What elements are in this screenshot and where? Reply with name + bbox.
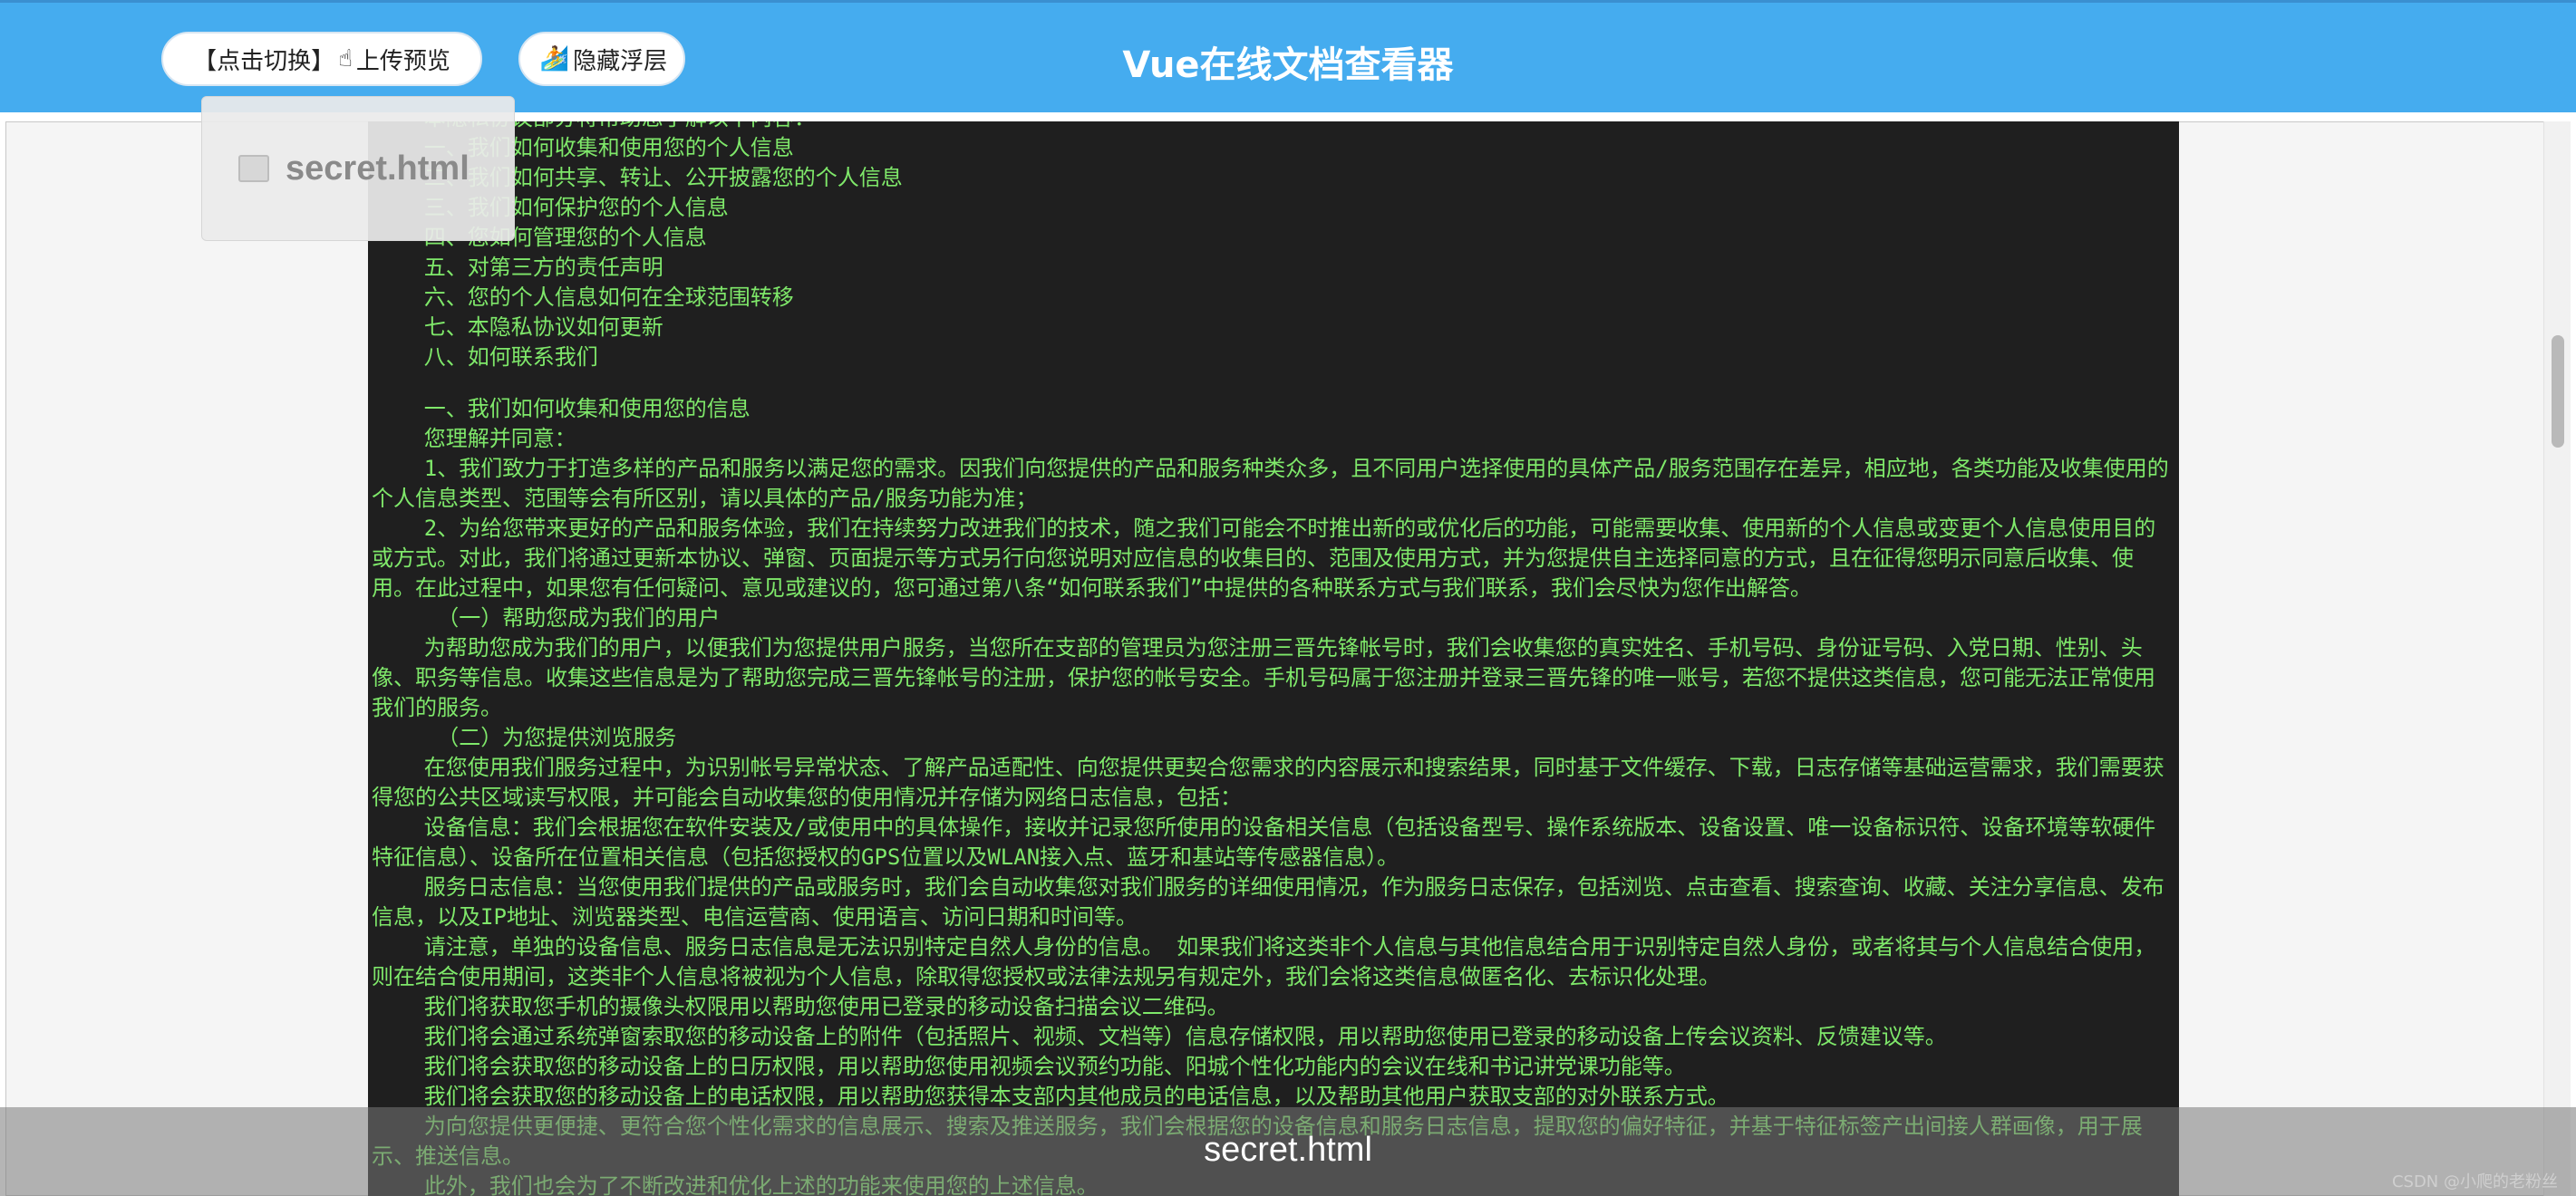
document-paragraphs: 本隐私协议部分将帮助您了解以下内容： 一、我们如何收集和使用您的个人信息 二、我…: [368, 121, 2179, 1196]
document-paragraph: （二）为您提供浏览服务: [372, 725, 677, 750]
watermark: CSDN @小爬的老粉丝: [2391, 1172, 2558, 1191]
document-paragraph: 三、我们如何保护您的个人信息: [423, 195, 729, 220]
document-paragraph: 为帮助您成为我们的用户，以便我们为您提供用户服务，当您所在支部的管理员为您注册三…: [372, 635, 2155, 720]
document-paragraph: [372, 372, 2175, 394]
document-paragraph: 请注意，单独的设备信息、服务日志信息是无法识别特定自然人身份的信息。 如果我们将…: [372, 934, 2156, 989]
document-paragraph: 设备信息：我们会根据您在软件安装及/或使用中的具体操作，接收并记录您所使用的设备…: [372, 815, 2156, 870]
document-paragraph: 我们将获取您手机的摄像头权限用以帮助您使用已登录的移动设备扫描会议二维码。: [372, 994, 1229, 1019]
document-content: 本隐私协议部分将帮助您了解以下内容： 一、我们如何收集和使用您的个人信息 二、我…: [368, 121, 2179, 1196]
document-paragraph: 八、如何联系我们: [372, 344, 598, 370]
document-paragraph: 七、本隐私协议如何更新: [372, 314, 663, 340]
document-paragraph: 六、您的个人信息如何在全球范围转移: [372, 285, 794, 310]
document-paragraph: 我们将会通过系统弹窗索取您的移动设备上的附件（包括照片、视频、文档等）信息存储权…: [372, 1024, 1947, 1049]
bottom-filename: secret.html: [1204, 1131, 1372, 1169]
document-paragraph: 服务日志信息：当您使用我们提供的产品或服务时，我们会自动收集您对我们服务的详细使…: [372, 874, 2164, 930]
document-paragraph: 2、为给您带来更好的产品和服务体验，我们在持续努力改进我们的技术，随之我们可能会…: [372, 516, 2156, 601]
document-paragraph: 五、对第三方的责任声明: [372, 255, 663, 280]
document-paragraph: 在您使用我们服务过程中，为识别帐号异常状态、了解产品适配性、向您提供更契合您需求…: [372, 755, 2164, 810]
scrollbar-thumb[interactable]: [2552, 335, 2564, 448]
document-paragraph: 四、您如何管理您的个人信息: [423, 225, 707, 250]
document-icon: [238, 155, 269, 182]
document-paragraph: 本隐私协议部分将帮助您了解以下内容：: [372, 121, 2175, 133]
bottom-overlay-bar: secret.html: [0, 1107, 2576, 1196]
document-paragraph: （一）帮助您成为我们的用户: [372, 605, 721, 631]
document-paragraph: 1、我们致力于打造多样的产品和服务以满足您的需求。因我们向您提供的产品和服务种类…: [372, 456, 2169, 511]
file-chip[interactable]: secret.html: [201, 96, 515, 241]
document-paragraph: 二、我们如何共享、转让、公开披露您的个人信息: [423, 165, 903, 190]
file-chip-name: secret.html: [286, 149, 470, 188]
document-paragraph: 一、我们如何收集和使用您的信息: [372, 396, 751, 421]
document-paragraph: 您理解并同意：: [372, 426, 576, 451]
document-paragraph: 一、我们如何收集和使用您的个人信息: [423, 135, 794, 160]
app-root: 【点击切换】 ☝ 上传预览 🏄 隐藏浮层 Vue在线文档查看器 本隐私协议部分将…: [0, 0, 2576, 1196]
document-paragraph: 我们将会获取您的移动设备上的日历权限，用以帮助您使用视频会议预约功能、阳城个性化…: [372, 1054, 1686, 1079]
viewer-scrollbar[interactable]: [2543, 121, 2571, 1196]
app-title: Vue在线文档查看器: [1122, 44, 1454, 86]
